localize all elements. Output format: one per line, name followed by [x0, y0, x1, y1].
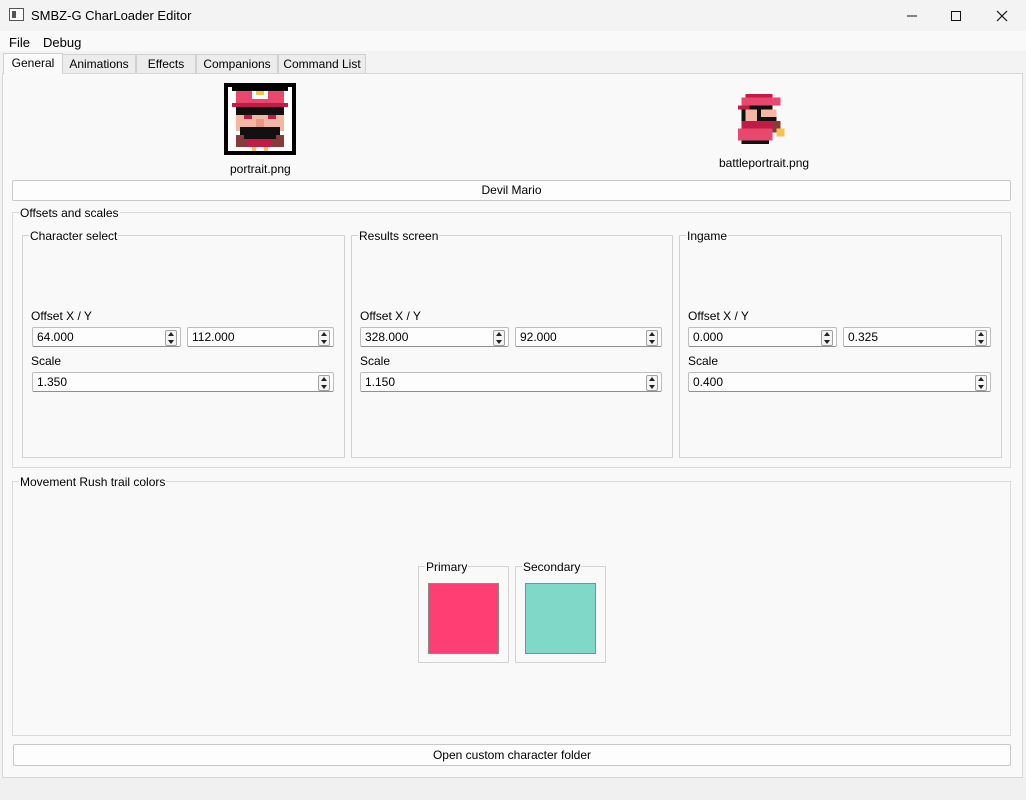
close-button[interactable] [979, 0, 1025, 31]
movement-rush-group [12, 481, 1011, 736]
battle-portrait-filename: battleportrait.png [719, 156, 810, 170]
offsets-group-title: Offsets and scales [19, 206, 120, 220]
spinner-arrows-icon[interactable] [975, 375, 987, 391]
secondary-color-label: Secondary [522, 560, 582, 574]
tab-animations[interactable]: Animations [62, 54, 136, 73]
app-icon [9, 8, 24, 21]
menu-bar [0, 31, 1026, 51]
ingame-offset-label: Offset X / Y [688, 309, 749, 323]
results-screen-offset-label: Offset X / Y [360, 309, 421, 323]
open-character-folder-button[interactable]: Open custom character folder [13, 744, 1011, 766]
tab-companions[interactable]: Companions [196, 54, 278, 73]
ingame-scale-label: Scale [688, 354, 719, 368]
tab-general[interactable]: General [3, 53, 63, 74]
ingame-offset-y-input[interactable]: 0.325 [843, 327, 991, 347]
primary-color-swatch[interactable] [428, 583, 499, 654]
spinner-arrows-icon[interactable] [975, 330, 987, 346]
tab-command-list[interactable]: Command List [278, 54, 366, 73]
battle-portrait-image[interactable] [734, 93, 792, 145]
maximize-icon [951, 10, 961, 21]
portrait-filename: portrait.png [230, 162, 291, 176]
menu-debug[interactable]: Debug [43, 35, 81, 50]
results-screen-offset-y-value: 92.000 [520, 330, 557, 344]
ingame-title: Ingame [686, 229, 729, 243]
spinner-arrows-icon[interactable] [646, 375, 658, 391]
results-screen-scale-label: Scale [360, 354, 391, 368]
spinner-arrows-icon[interactable] [821, 330, 833, 346]
ingame-offset-x-value: 0.000 [693, 330, 724, 344]
close-icon [996, 10, 1008, 21]
ingame-scale-input[interactable]: 0.400 [688, 372, 991, 392]
spinner-arrows-icon[interactable] [165, 330, 177, 346]
minimize-button[interactable] [889, 0, 935, 31]
results-screen-offset-x-input[interactable]: 328.000 [360, 327, 509, 347]
portrait-image[interactable] [224, 83, 296, 155]
character-select-offset-x-input[interactable]: 64.000 [32, 327, 181, 347]
minimize-icon [907, 15, 917, 16]
tab-effects[interactable]: Effects [136, 54, 196, 73]
character-select-offset-label: Offset X / Y [31, 309, 92, 323]
character-select-offset-y-value: 112.000 [192, 330, 235, 344]
results-screen-offset-x-value: 328.000 [365, 330, 409, 344]
results-screen-scale-input[interactable]: 1.150 [360, 372, 662, 392]
spinner-arrows-icon[interactable] [493, 330, 505, 346]
results-screen-title: Results screen [358, 229, 440, 243]
primary-color-label: Primary [425, 560, 469, 574]
character-select-scale-input[interactable]: 1.350 [32, 372, 334, 392]
results-screen-scale-value: 1.150 [365, 375, 396, 389]
ingame-offset-x-input[interactable]: 0.000 [688, 327, 837, 347]
secondary-color-swatch[interactable] [525, 583, 596, 654]
ingame-scale-value: 0.400 [693, 375, 724, 389]
menu-file[interactable]: File [9, 35, 30, 50]
character-name-button[interactable]: Devil Mario [12, 180, 1011, 201]
character-select-offset-x-value: 64.000 [37, 330, 74, 344]
status-bar [0, 778, 1026, 800]
character-select-offset-y-input[interactable]: 112.000 [187, 327, 334, 347]
character-select-scale-value: 1.350 [37, 375, 68, 389]
maximize-button[interactable] [933, 0, 979, 31]
spinner-arrows-icon[interactable] [646, 330, 658, 346]
spinner-arrows-icon[interactable] [318, 330, 330, 346]
movement-rush-title: Movement Rush trail colors [19, 475, 167, 489]
results-screen-offset-y-input[interactable]: 92.000 [515, 327, 662, 347]
character-select-scale-label: Scale [31, 354, 62, 368]
ingame-offset-y-value: 0.325 [848, 330, 879, 344]
window-title: SMBZ-G CharLoader Editor [31, 8, 192, 23]
character-select-title: Character select [29, 229, 119, 243]
spinner-arrows-icon[interactable] [318, 375, 330, 391]
